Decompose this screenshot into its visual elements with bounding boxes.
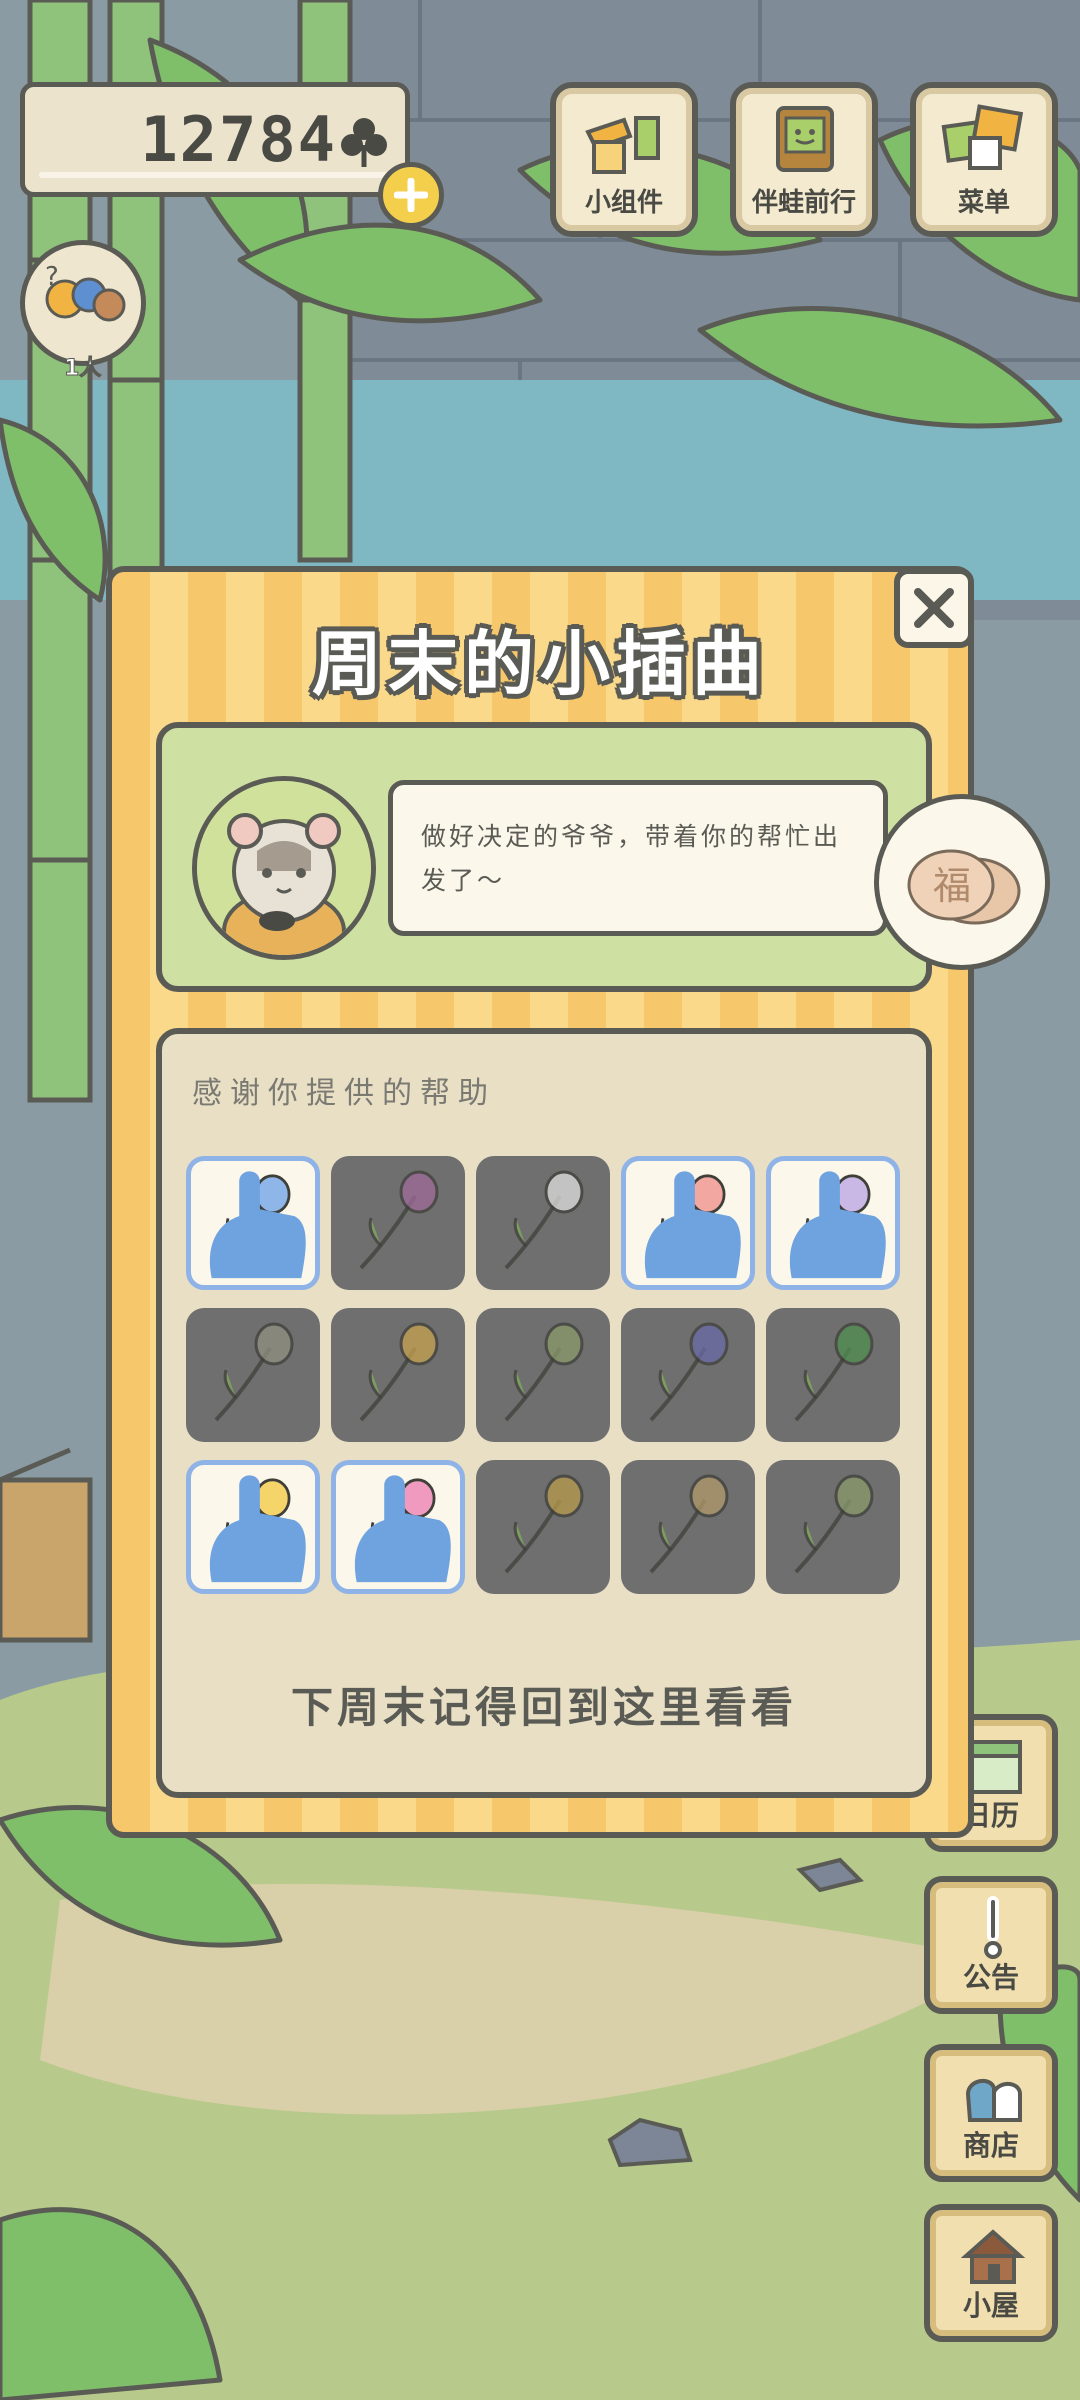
frog-journey-label: 伴蛙前行 <box>751 188 856 218</box>
notice-button[interactable]: 公告 <box>924 1876 1058 2014</box>
item-slot-yellow-flower <box>331 1308 465 1442</box>
coin-reward-icon: 福 <box>907 849 1021 925</box>
speech-bubble: 做好决定的爷爷，带着你的帮忙出发了～ <box>388 780 888 936</box>
story-panel: 做好决定的爷爷，带着你的帮忙出发了～ <box>156 722 932 992</box>
item-slot-blue-lily[interactable] <box>186 1156 320 1290</box>
hamster-icon <box>197 781 371 955</box>
osmanthus-icon <box>504 1474 584 1574</box>
footer-text: 下周末记得回到这里看看 <box>290 1683 797 1732</box>
item-slot-azalea[interactable] <box>331 1460 465 1594</box>
clover-counter: 12784 <box>20 82 410 197</box>
widget-label: 小组件 <box>584 188 663 218</box>
svg-text:?: ? <box>45 262 59 292</box>
house-label: 小屋 <box>962 2289 1019 2322</box>
close-button[interactable] <box>894 568 974 648</box>
item-slot-hyacinth[interactable] <box>621 1156 755 1290</box>
tap-hand-icon <box>789 1171 886 1279</box>
grass-sprig-icon <box>504 1322 584 1422</box>
thanks-title: 感谢你提供的帮助 <box>192 1076 496 1111</box>
weekend-event-modal: 周末的小插曲 做好决定的爷爷，带着你的帮忙出发了～ 福 感谢你提供的帮助 下周末… <box>106 566 1050 1838</box>
modal-title: 周末的小插曲 <box>312 623 768 705</box>
add-clover-button[interactable] <box>378 162 444 228</box>
close-icon <box>914 588 954 628</box>
item-grid <box>186 1156 908 1596</box>
notice-icon <box>984 1896 1002 1959</box>
shop-button[interactable]: 商店 <box>924 2044 1058 2182</box>
visitor-count: 1人 <box>63 356 102 382</box>
shop-icon <box>965 2078 1022 2122</box>
widget-button[interactable]: 小组件 <box>550 82 698 237</box>
house-button[interactable]: 小屋 <box>924 2204 1058 2342</box>
buds-icon <box>794 1474 874 1574</box>
item-slot-osmanthus <box>476 1460 610 1594</box>
notice-label: 公告 <box>962 1961 1019 1994</box>
frog-journey-icon <box>776 106 834 172</box>
item-slot-buds <box>766 1460 900 1594</box>
frog-journey-button[interactable]: 伴蛙前行 <box>730 82 878 237</box>
shop-label: 商店 <box>962 2129 1019 2162</box>
yellow-flower-icon <box>359 1322 439 1422</box>
menu-icon <box>941 104 1024 170</box>
item-slot-four-leaf-clover <box>766 1308 900 1442</box>
item-slot-white-lily <box>476 1156 610 1290</box>
four-leaf-clover-icon <box>794 1322 874 1422</box>
white-lily-icon <box>504 1170 584 1270</box>
tap-hand-icon <box>644 1171 741 1279</box>
menu-button[interactable]: 菜单 <box>910 82 1058 237</box>
plum-blossom-icon <box>649 1474 729 1574</box>
plus-icon <box>394 178 428 212</box>
counter-divider <box>39 172 391 178</box>
item-slot-twig-flower <box>186 1308 320 1442</box>
tap-hand-icon <box>354 1475 451 1583</box>
item-slot-plum-blossom <box>621 1460 755 1594</box>
item-slot-pansy <box>621 1308 755 1442</box>
widget-icon <box>585 116 660 174</box>
item-slot-tulip[interactable] <box>186 1460 320 1594</box>
clover-count: 12784 <box>140 103 337 176</box>
item-slot-grass-sprig <box>476 1308 610 1442</box>
reward-bubble[interactable]: 福 <box>874 794 1050 970</box>
thanks-panel: 感谢你提供的帮助 下周末记得回到这里看看 <box>156 1028 932 1798</box>
tap-hand-icon <box>209 1475 306 1583</box>
menu-label: 菜单 <box>957 188 1010 218</box>
pansy-icon <box>649 1322 729 1422</box>
twig-flower-icon <box>214 1322 294 1422</box>
tap-hand-icon <box>209 1171 306 1279</box>
item-slot-lavender <box>331 1156 465 1290</box>
visitor-avatar[interactable]: ? <box>20 240 146 366</box>
clover-icon <box>341 118 387 167</box>
lavender-icon <box>359 1170 439 1270</box>
svg-text:福: 福 <box>933 864 971 908</box>
item-slot-lilac[interactable] <box>766 1156 900 1290</box>
house-icon <box>960 2229 1026 2284</box>
visitor-group-icon: ? <box>45 262 126 322</box>
grandpa-hamster-portrait <box>192 776 376 960</box>
